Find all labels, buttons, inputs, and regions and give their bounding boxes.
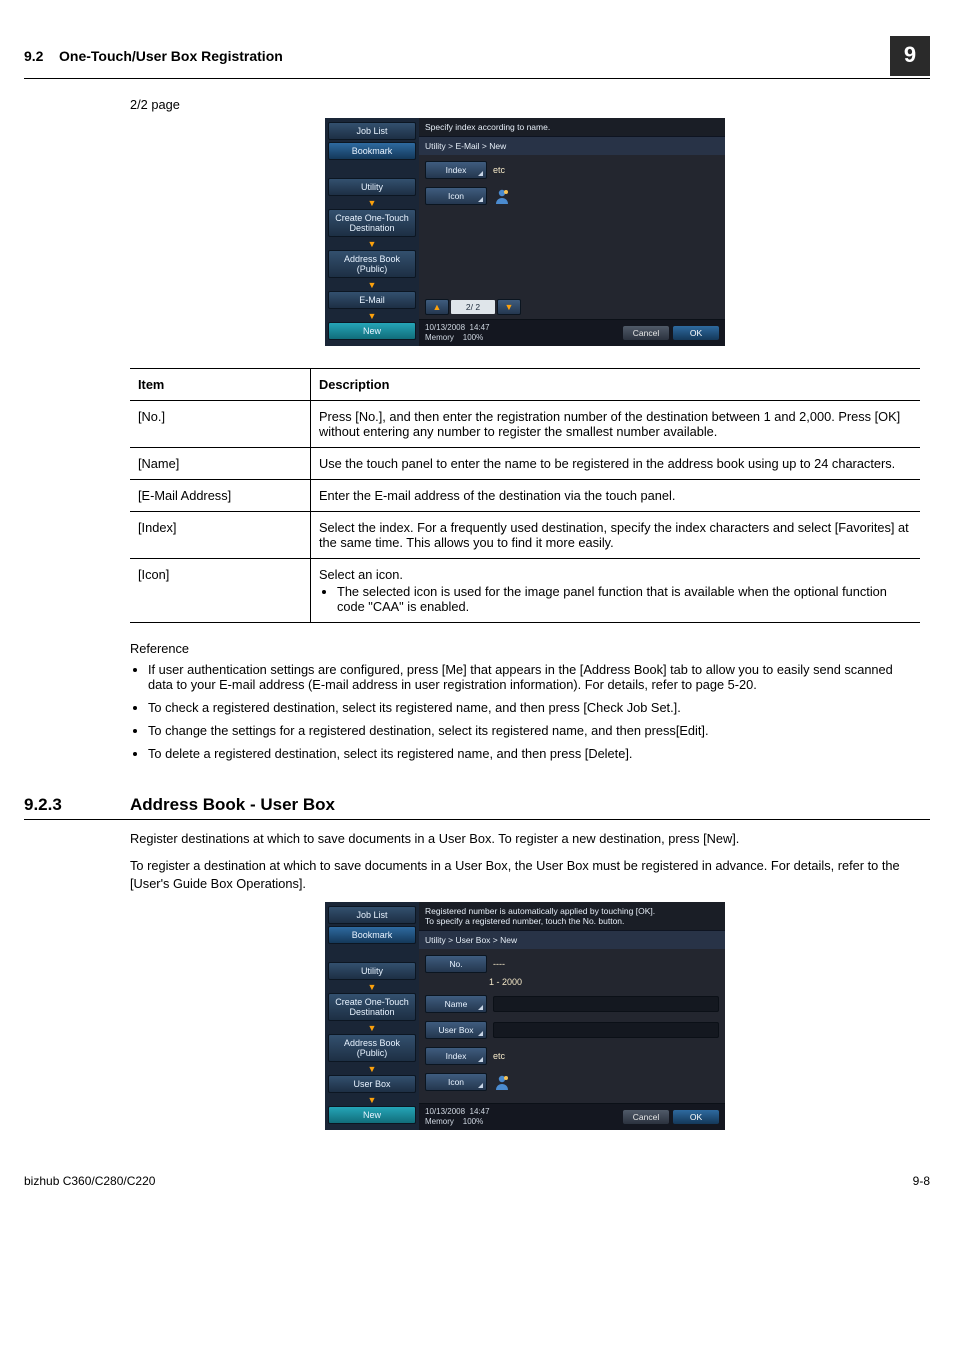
table-row: [Name]Use the touch panel to enter the n… xyxy=(130,448,920,480)
bookmark-button[interactable]: Bookmark xyxy=(328,142,416,160)
no-range: 1 - 2000 xyxy=(489,977,522,987)
name-button[interactable]: Name xyxy=(425,995,487,1013)
icon-button[interactable]: Icon xyxy=(425,1073,487,1091)
arrow-down-icon: ▼ xyxy=(328,239,416,249)
userbox-button[interactable]: User Box xyxy=(328,1075,416,1093)
list-item: To delete a registered destination, sele… xyxy=(148,746,920,761)
paragraph: To register a destination at which to sa… xyxy=(130,857,920,892)
arrow-down-icon: ▼ xyxy=(328,1023,416,1033)
list-item: To check a registered destination, selec… xyxy=(148,700,920,715)
name-field[interactable] xyxy=(493,996,719,1012)
no-value: ---- xyxy=(493,959,505,969)
avatar-icon xyxy=(493,1073,511,1091)
userbox-button[interactable]: User Box xyxy=(425,1021,487,1039)
avatar-icon xyxy=(493,187,511,205)
email-button[interactable]: E-Mail xyxy=(328,291,416,309)
reference-heading: Reference xyxy=(130,641,920,656)
bookmark-button[interactable]: Bookmark xyxy=(328,926,416,944)
table-header-row: Item Description xyxy=(130,369,920,401)
section-number: 9.2 xyxy=(24,48,43,64)
job-list-button[interactable]: Job List xyxy=(328,122,416,140)
page-indicator: 2/2 page xyxy=(130,97,920,112)
no-button[interactable]: No. xyxy=(425,955,487,973)
arrow-down-icon: ▼ xyxy=(328,1064,416,1074)
paragraph: Register destinations at which to save d… xyxy=(130,830,920,847)
index-button[interactable]: Index xyxy=(425,161,487,179)
status-text: 10/13/2008 14:47 Memory 100% xyxy=(425,323,490,343)
list-item: If user authentication settings are conf… xyxy=(148,662,920,692)
utility-button[interactable]: Utility xyxy=(328,962,416,980)
chapter-badge: 9 xyxy=(890,36,930,76)
create-onetouch-button[interactable]: Create One-Touch Destination xyxy=(328,209,416,237)
footer-page: 9-8 xyxy=(913,1174,930,1188)
touchpanel-screenshot-1: Job List Bookmark Utility ▼ Create One-T… xyxy=(325,118,725,346)
table-row: [Icon] Select an icon. The selected icon… xyxy=(130,559,920,623)
index-button[interactable]: Index xyxy=(425,1047,487,1065)
table-row: [Index]Select the index. For a frequentl… xyxy=(130,512,920,559)
userbox-field[interactable] xyxy=(493,1022,719,1038)
create-onetouch-button[interactable]: Create One-Touch Destination xyxy=(328,993,416,1021)
new-button[interactable]: New xyxy=(328,1106,416,1124)
list-item: To change the settings for a registered … xyxy=(148,723,920,738)
subsection-heading: 9.2.3 Address Book - User Box xyxy=(24,795,930,820)
panel-title: Specify index according to name. xyxy=(419,118,725,136)
arrow-down-icon: ▼ xyxy=(328,198,416,208)
index-value: etc xyxy=(493,165,505,175)
new-button[interactable]: New xyxy=(328,322,416,340)
cancel-button[interactable]: Cancel xyxy=(623,326,669,340)
ok-button[interactable]: OK xyxy=(673,1110,719,1124)
status-text: 10/13/2008 14:47 Memory 100% xyxy=(425,1107,490,1127)
section-header: 9.2 One-Touch/User Box Registration xyxy=(24,48,283,64)
address-book-button[interactable]: Address Book (Public) xyxy=(328,250,416,278)
icon-button[interactable]: Icon xyxy=(425,187,487,205)
arrow-down-icon: ▼ xyxy=(328,1095,416,1105)
ok-button[interactable]: OK xyxy=(673,326,719,340)
col-item: Item xyxy=(130,369,311,401)
page-indicator: 2/ 2 xyxy=(451,300,495,314)
reference-list: If user authentication settings are conf… xyxy=(130,662,920,761)
panel-title: Registered number is automatically appli… xyxy=(419,902,725,930)
footer-model: bizhub C360/C280/C220 xyxy=(24,1174,155,1188)
page-down-button[interactable]: ▼ xyxy=(497,299,521,315)
table-row: [E-Mail Address]Enter the E-mail address… xyxy=(130,480,920,512)
page-up-button[interactable]: ▲ xyxy=(425,299,449,315)
index-value: etc xyxy=(493,1051,505,1061)
arrow-down-icon: ▼ xyxy=(328,982,416,992)
section-title: One-Touch/User Box Registration xyxy=(59,48,283,64)
arrow-down-icon: ▼ xyxy=(328,311,416,321)
address-book-button[interactable]: Address Book (Public) xyxy=(328,1034,416,1062)
table-row: [No.]Press [No.], and then enter the reg… xyxy=(130,401,920,448)
arrow-down-icon: ▼ xyxy=(328,280,416,290)
cancel-button[interactable]: Cancel xyxy=(623,1110,669,1124)
breadcrumb: Utility > E-Mail > New xyxy=(419,136,725,155)
job-list-button[interactable]: Job List xyxy=(328,906,416,924)
utility-button[interactable]: Utility xyxy=(328,178,416,196)
col-desc: Description xyxy=(311,369,921,401)
touchpanel-screenshot-2: Job List Bookmark Utility ▼ Create One-T… xyxy=(325,902,725,1130)
description-table: Item Description [No.]Press [No.], and t… xyxy=(130,368,920,623)
breadcrumb: Utility > User Box > New xyxy=(419,930,725,949)
